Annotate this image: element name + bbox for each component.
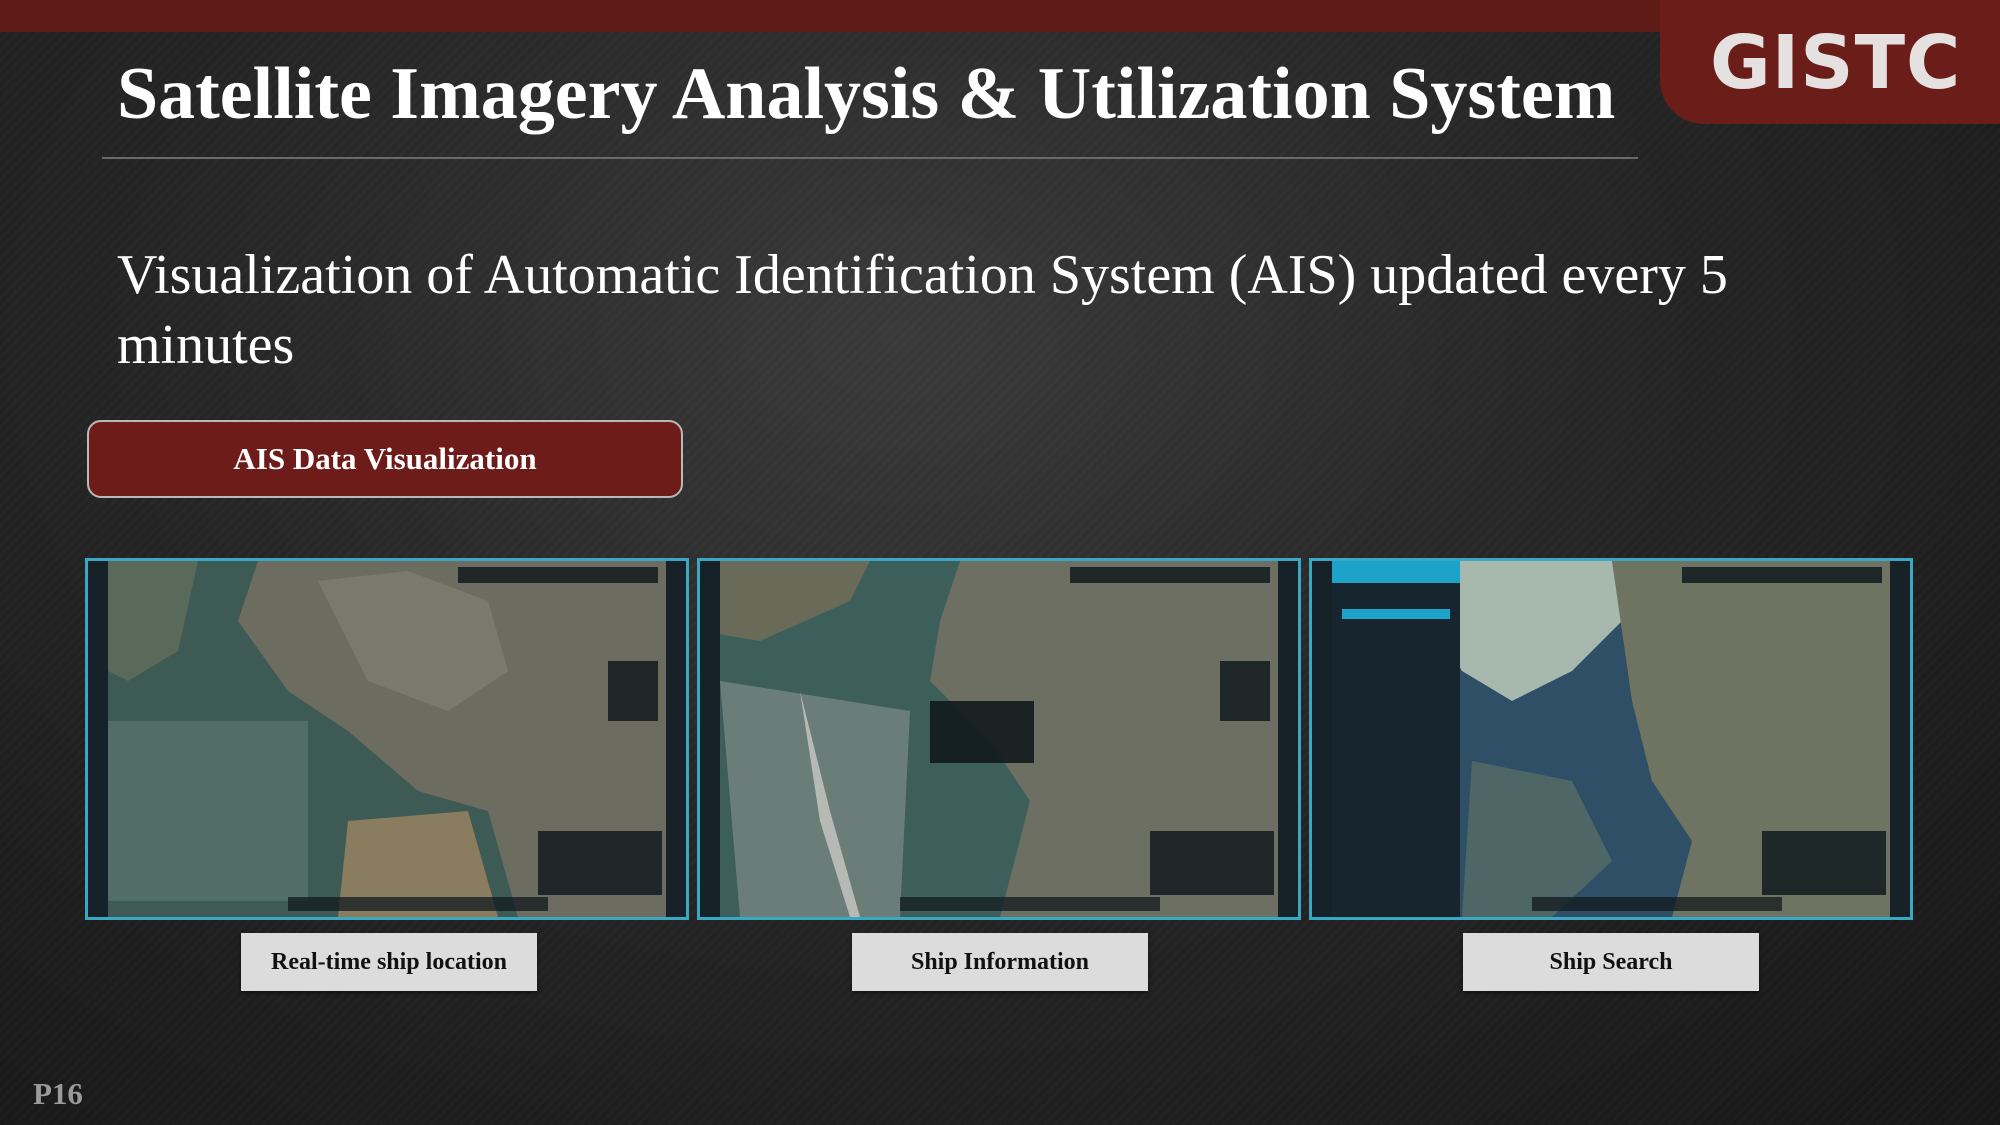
caption-realtime-ship-location: Real-time ship location <box>241 933 537 991</box>
map-image <box>700 561 1298 917</box>
map-image <box>1312 561 1910 917</box>
screenshot-ship-information <box>697 558 1301 920</box>
gistc-logo: GISTC <box>1710 20 1962 106</box>
logo-tab: GISTC <box>1660 0 2000 124</box>
map-image <box>88 561 686 917</box>
screenshot-ship-search <box>1309 558 1913 920</box>
section-badge: AIS Data Visualization <box>87 420 683 498</box>
caption-ship-search: Ship Search <box>1463 933 1759 991</box>
slide-title: Satellite Imagery Analysis & Utilization… <box>117 53 1616 135</box>
title-divider <box>102 157 1638 159</box>
screenshot-realtime-location <box>85 558 689 920</box>
slide-subtitle: Visualization of Automatic Identificatio… <box>117 244 1728 376</box>
caption-ship-information: Ship Information <box>852 933 1148 991</box>
page-number: P16 <box>33 1076 83 1111</box>
